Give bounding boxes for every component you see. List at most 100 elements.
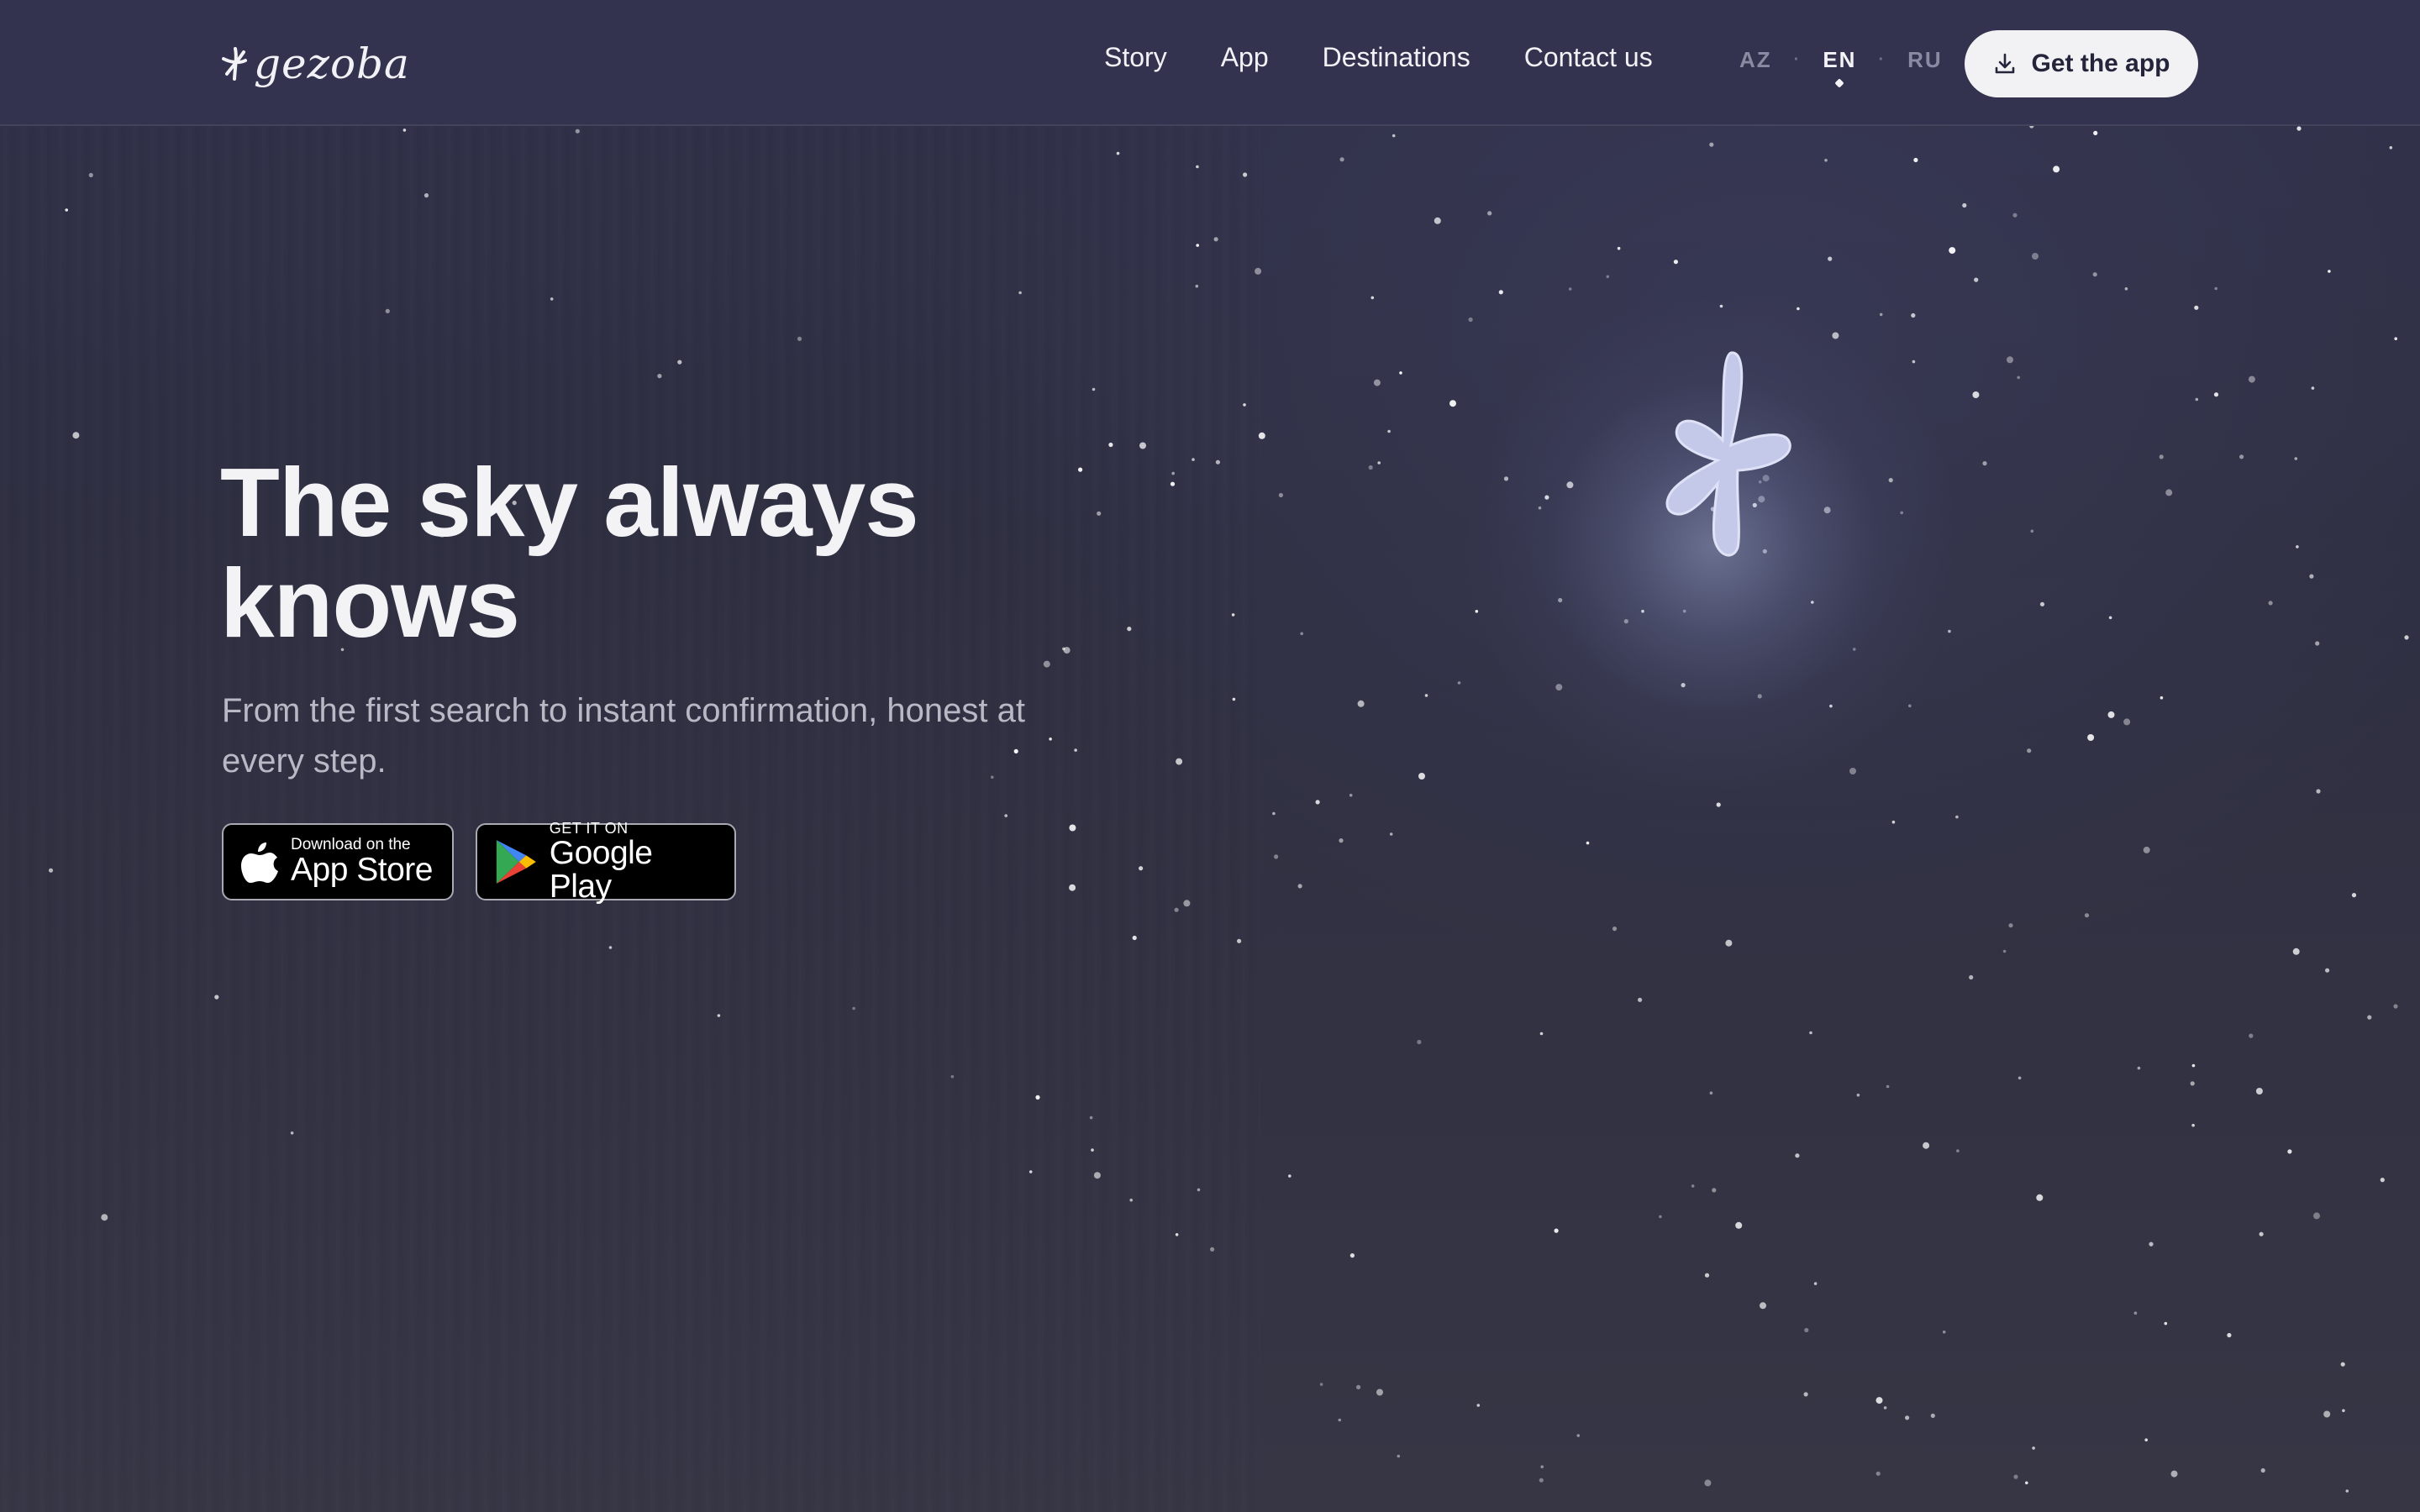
star xyxy=(2393,1004,2398,1009)
nav-app[interactable]: App xyxy=(1221,42,1269,73)
get-app-label: Get the app xyxy=(2031,50,2170,77)
star xyxy=(1089,1116,1093,1120)
star xyxy=(2380,1178,2385,1183)
star xyxy=(1709,142,1714,147)
download-icon xyxy=(1996,53,2015,74)
star xyxy=(1709,1091,1713,1095)
star xyxy=(2170,1470,2178,1478)
star xyxy=(1232,697,1236,701)
star xyxy=(1139,866,1144,871)
star xyxy=(2214,286,2217,291)
star xyxy=(2093,130,2098,135)
star xyxy=(2164,1321,2168,1326)
starfield xyxy=(48,126,2409,1493)
star xyxy=(290,1131,294,1135)
star xyxy=(2159,454,2164,459)
star xyxy=(88,172,93,178)
star xyxy=(1795,1153,1800,1158)
star xyxy=(1828,256,1833,261)
star xyxy=(2087,734,2095,741)
star xyxy=(1356,1384,1361,1389)
star xyxy=(1139,442,1146,449)
star xyxy=(1487,211,1492,216)
site-header: gezoba Story App Destinations Contact us… xyxy=(0,0,2420,126)
star xyxy=(2323,1410,2331,1418)
star xyxy=(1617,246,1621,250)
star xyxy=(1417,1039,1422,1045)
lang-en[interactable]: EN xyxy=(1823,47,1856,73)
star xyxy=(2195,397,2199,402)
star xyxy=(1074,748,1077,752)
star xyxy=(2315,641,2320,646)
brand-logo[interactable]: gezoba xyxy=(220,32,410,96)
star xyxy=(1093,1172,1101,1179)
star xyxy=(1170,481,1176,486)
star xyxy=(2008,923,2013,928)
star xyxy=(2039,601,2045,606)
app-store-badge[interactable]: Download on the App Store xyxy=(222,823,454,900)
star xyxy=(717,1014,721,1017)
star xyxy=(1357,700,1365,707)
star xyxy=(1972,391,1980,398)
star xyxy=(1392,134,1396,138)
star xyxy=(1028,1170,1033,1173)
star xyxy=(2143,846,2150,853)
star xyxy=(657,374,662,379)
star xyxy=(1176,758,1183,765)
star xyxy=(1004,814,1007,817)
star xyxy=(2149,1242,2154,1247)
star xyxy=(2328,270,2331,273)
logo-wordmark: gezoba xyxy=(254,39,410,88)
star xyxy=(2032,1446,2035,1450)
star xyxy=(677,360,682,365)
star xyxy=(1804,1327,1809,1333)
star xyxy=(1809,1031,1812,1035)
star xyxy=(1949,247,1956,255)
star xyxy=(1389,832,1393,836)
star xyxy=(2296,126,2302,131)
star xyxy=(1974,277,1979,282)
app-store-big: App Store xyxy=(291,852,433,888)
star xyxy=(1876,1397,1883,1404)
star xyxy=(1468,317,1473,323)
star xyxy=(1368,465,1373,470)
star xyxy=(950,1074,955,1079)
star xyxy=(1923,1142,1930,1149)
star xyxy=(1956,1149,1960,1152)
star xyxy=(2311,386,2315,390)
star xyxy=(2190,1081,2195,1086)
star xyxy=(1418,773,1425,780)
star xyxy=(1297,884,1302,889)
star xyxy=(2123,718,2131,726)
star xyxy=(2107,711,2115,718)
star xyxy=(1399,371,1402,375)
nav-destinations[interactable]: Destinations xyxy=(1323,42,1470,73)
star xyxy=(1213,237,1218,242)
star xyxy=(2092,272,2097,277)
lang-az[interactable]: AZ xyxy=(1739,47,1772,73)
star xyxy=(1824,159,1828,162)
star xyxy=(1243,172,1248,177)
star xyxy=(1174,907,1179,912)
star xyxy=(1913,157,1918,163)
star xyxy=(2124,287,2128,291)
google-play-big: Google Play xyxy=(549,835,653,905)
star xyxy=(1876,1471,1881,1476)
star xyxy=(2404,635,2409,640)
get-app-button[interactable]: Get the app xyxy=(1965,30,2198,97)
star xyxy=(1576,1434,1581,1437)
star xyxy=(385,308,390,313)
star xyxy=(2002,949,2007,953)
lang-ru[interactable]: RU xyxy=(1907,47,1943,73)
nav-story[interactable]: Story xyxy=(1104,42,1167,73)
star-mascot-icon xyxy=(1665,351,1791,557)
star xyxy=(2144,1438,2148,1441)
google-play-badge[interactable]: GET IT ON Google Play xyxy=(476,820,736,904)
star xyxy=(1856,1093,1860,1097)
nav-contact-us[interactable]: Contact us xyxy=(1524,42,1653,73)
star xyxy=(1272,811,1276,816)
star xyxy=(2036,1194,2044,1201)
star xyxy=(1962,202,1967,208)
star xyxy=(1288,1174,1292,1178)
star xyxy=(550,297,554,301)
